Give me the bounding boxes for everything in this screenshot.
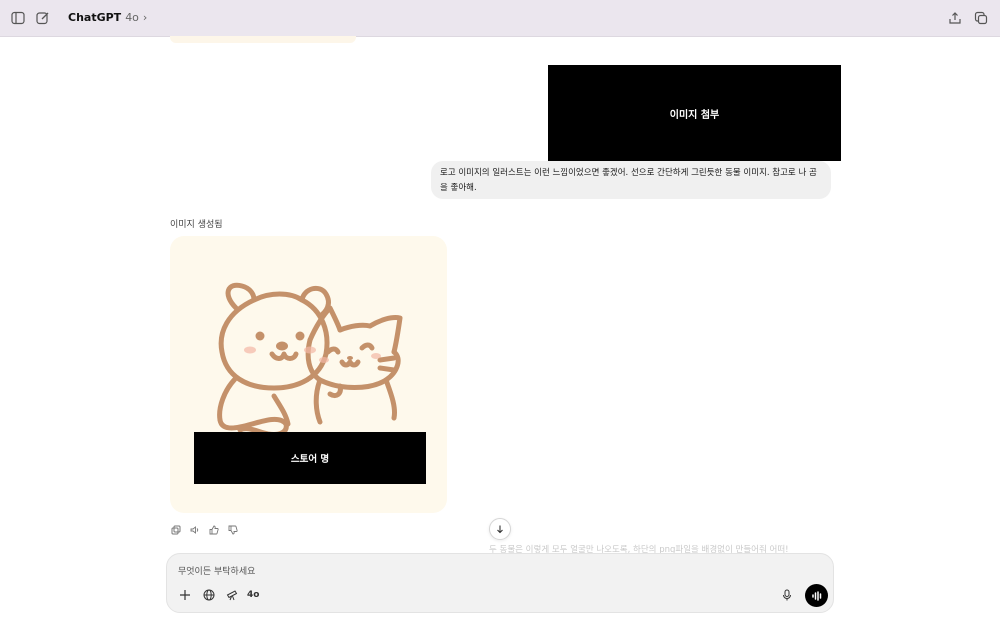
thumbs-up-icon[interactable] [208,524,220,536]
microphone-icon[interactable] [780,588,794,602]
store-name-placeholder: 스토어 명 [194,432,426,484]
attached-image-label: 이미지 첨부 [669,109,720,121]
chevron-right-icon: › [142,11,148,24]
plus-icon[interactable] [178,588,192,602]
composer-model-label[interactable]: 4o [247,590,259,600]
share-icon[interactable] [947,10,963,26]
message-actions [170,524,239,536]
read-aloud-icon[interactable] [189,524,201,536]
user-message-text: 로고 이미지의 일러스트는 이런 느낌이었으면 좋겠어. 선으로 간단하게 그린… [440,168,817,193]
store-name-label: 스토어 명 [290,454,330,465]
faded-next-message: 두 동물은 이렇게 모두 얼굴만 나오도록, 하단의 png파일을 배경없이 만… [489,545,789,553]
new-chat-icon[interactable] [35,10,51,26]
image-generated-label: 이미지 생성됨 [170,220,223,230]
scroll-down-button[interactable] [489,518,511,540]
app-title: ChatGPT [68,11,122,24]
sidebar-toggle-icon[interactable] [10,10,26,26]
top-bar: ChatGPT 4o › [0,0,1000,37]
globe-icon[interactable] [202,588,216,602]
generated-image[interactable]: 스토어 명 [170,236,447,513]
telescope-icon[interactable] [225,588,239,602]
prompt-input[interactable]: 무엇이든 부탁하세요 [178,564,255,577]
composer: 무엇이든 부탁하세요 4o [166,553,834,613]
waveform-icon [811,590,821,601]
attached-image-placeholder[interactable]: 이미지 첨부 [548,65,841,161]
model-switcher[interactable]: ChatGPT 4o › [68,11,147,24]
previous-image-edge [170,36,356,43]
temporary-chat-icon[interactable] [973,10,989,26]
copy-icon[interactable] [170,524,182,536]
user-message-bubble: 로고 이미지의 일러스트는 이런 느낌이었으면 좋겠어. 선으로 간단하게 그린… [431,161,831,199]
arrow-down-icon [497,525,503,534]
thumbs-down-icon[interactable] [227,524,239,536]
voice-mode-button[interactable] [805,584,828,607]
model-name: 4o [125,11,139,24]
